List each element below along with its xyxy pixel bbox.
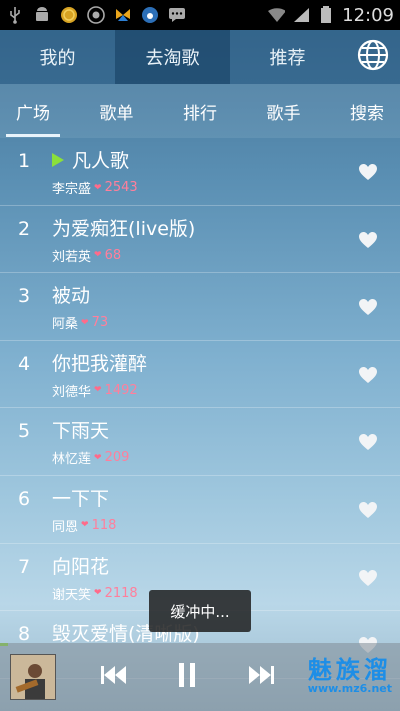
now-playing-icon	[52, 152, 64, 167]
buffering-toast: 缓冲中...	[149, 590, 251, 632]
favorite-heart-icon[interactable]	[358, 500, 378, 520]
song-title: 被动	[52, 285, 91, 308]
subtab-playlists[interactable]: 歌单	[96, 93, 138, 130]
like-count-heart-icon: ❤	[94, 182, 102, 193]
song-rank: 8	[18, 623, 31, 646]
song-rank: 7	[18, 555, 31, 578]
previous-button[interactable]	[94, 657, 134, 697]
like-count: 1492	[104, 382, 138, 398]
like-count-heart-icon: ❤	[94, 588, 102, 599]
song-row[interactable]: 5 下雨天 林忆莲 ❤ 209	[0, 408, 400, 476]
song-artist: 刘若英	[52, 249, 92, 265]
song-artist: 同恩	[52, 519, 79, 535]
like-count-heart-icon: ❤	[81, 317, 89, 328]
song-title-wrap: 凡人歌	[52, 146, 129, 173]
like-count-heart-icon: ❤	[94, 385, 102, 396]
favorite-heart-icon[interactable]	[358, 162, 378, 182]
song-row[interactable]: 3 被动 阿桑 ❤ 73	[0, 273, 400, 341]
song-rank: 2	[18, 217, 31, 240]
favorite-heart-icon[interactable]	[358, 230, 378, 250]
song-artist: 李宗盛	[52, 182, 92, 197]
song-meta: 李宗盛 ❤ 2543	[52, 178, 138, 197]
wifi-icon	[267, 6, 286, 24]
like-count: 209	[104, 450, 130, 466]
song-meta: 林忆莲 ❤ 209	[52, 448, 129, 467]
like-count-heart-icon: ❤	[81, 520, 89, 531]
song-title: 向阳花	[52, 555, 110, 578]
favorite-heart-icon[interactable]	[358, 365, 378, 385]
song-title: 为爱痴狂(live版)	[52, 217, 196, 240]
song-title: 凡人歌	[72, 150, 130, 172]
song-rank: 3	[18, 285, 31, 308]
song-title: 你把我灌醉	[52, 352, 148, 375]
song-rank: 5	[18, 420, 31, 443]
song-artist: 林忆莲	[52, 452, 92, 468]
like-count-heart-icon: ❤	[94, 452, 102, 463]
butterfly-icon	[114, 6, 132, 24]
song-artist: 谢天笑	[52, 587, 92, 603]
song-meta: 刘德华 ❤ 1492	[52, 381, 138, 400]
subtab-charts[interactable]: 排行	[179, 93, 221, 130]
favorite-heart-icon[interactable]	[358, 568, 378, 588]
like-count: 118	[91, 517, 117, 533]
song-meta: 阿桑 ❤ 73	[52, 313, 108, 332]
subtab-plaza[interactable]: 广场	[6, 93, 60, 137]
top-tab-bar: 我的 去淘歌 推荐	[0, 30, 400, 84]
settings-circle-icon	[87, 6, 105, 24]
song-row[interactable]: 2 为爱痴狂(live版) 刘若英 ❤ 68	[0, 206, 400, 274]
tab-find-songs[interactable]: 去淘歌	[115, 30, 230, 84]
like-count: 68	[104, 247, 122, 263]
signal-icon	[292, 6, 310, 24]
favorite-heart-icon[interactable]	[358, 432, 378, 452]
song-artist: 刘德华	[52, 384, 92, 400]
song-artist: 阿桑	[52, 317, 79, 333]
pause-icon	[178, 663, 196, 691]
status-bar: 12:09	[0, 0, 400, 30]
song-row[interactable]: 4 你把我灌醉 刘德华 ❤ 1492	[0, 341, 400, 409]
song-meta: 谢天笑 ❤ 2118	[52, 584, 138, 603]
like-count-heart-icon: ❤	[94, 250, 102, 261]
song-rank: 6	[18, 487, 31, 510]
next-track-icon	[248, 665, 274, 689]
tab-recommend[interactable]: 推荐	[230, 30, 345, 84]
subtab-search[interactable]: 搜索	[346, 93, 388, 130]
globe-icon	[357, 39, 389, 75]
song-title: 下雨天	[52, 420, 110, 443]
usb-icon	[6, 6, 24, 24]
like-count: 2543	[104, 180, 138, 195]
song-rank: 4	[18, 352, 31, 375]
globe-button[interactable]	[345, 30, 400, 84]
paw-circle-icon	[141, 6, 159, 24]
chat-icon	[168, 6, 186, 24]
site-watermark: 魅族溜 www.mz6.net	[308, 650, 392, 695]
song-row[interactable]: 6 一下下 同恩 ❤ 118	[0, 476, 400, 544]
next-button[interactable]	[241, 657, 281, 697]
sub-tab-bar: 广场 歌单 排行 歌手 搜索	[0, 84, 400, 138]
clock-time: 12:09	[342, 4, 394, 26]
watermark-text: 魅族溜	[307, 656, 392, 684]
song-meta: 同恩 ❤ 118	[52, 516, 116, 535]
song-meta: 刘若英 ❤ 68	[52, 246, 121, 265]
song-row[interactable]: 1 凡人歌 李宗盛 ❤ 2543	[0, 138, 400, 206]
like-count: 2118	[104, 585, 138, 601]
watermark-url: www.mz6.net	[307, 682, 392, 695]
coin-icon	[60, 6, 78, 24]
like-count: 73	[91, 315, 109, 331]
previous-track-icon	[101, 665, 127, 689]
album-art[interactable]	[10, 654, 56, 700]
song-title: 一下下	[52, 487, 110, 510]
android-icon	[33, 6, 51, 24]
subtab-singers[interactable]: 歌手	[263, 93, 305, 130]
pause-button[interactable]	[167, 657, 207, 697]
favorite-heart-icon[interactable]	[358, 297, 378, 317]
tab-mine[interactable]: 我的	[0, 30, 115, 84]
battery-icon	[317, 6, 335, 24]
song-rank: 1	[18, 150, 31, 172]
